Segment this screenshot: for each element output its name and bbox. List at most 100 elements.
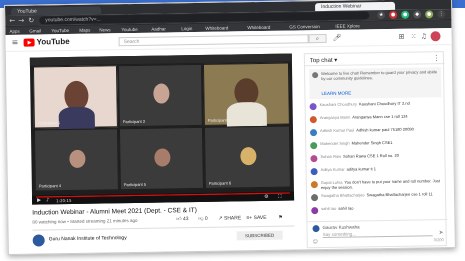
chat-message: Mahender Singh Mahender Singh CSE1 (310, 139, 442, 151)
chat-message-body: sahil rao (338, 205, 354, 211)
channel-avatar[interactable] (32, 234, 45, 247)
participant-face (240, 147, 257, 166)
chat-author-name: Aranganya Mann (319, 114, 351, 121)
more-options-icon[interactable]: ⚑ (278, 215, 283, 221)
chat-message: sahil rao sahil rao (311, 204, 443, 216)
chat-message-text: Aditya Kumar aditya kumar it 1 (321, 165, 443, 172)
participant-name: Participant 2 (122, 118, 146, 125)
extension-icon-2[interactable]: ● (401, 10, 410, 19)
chat-message-input[interactable]: Say something... (322, 230, 433, 239)
participant-face (69, 149, 86, 168)
participant-name: Participant 3 (207, 117, 231, 123)
share-button[interactable]: ↗ SHARE (218, 215, 241, 221)
subscribe-button[interactable]: SUBSCRIBED (236, 230, 283, 241)
chat-mode-dropdown[interactable]: Top chat ▾ (310, 57, 337, 64)
chat-message-text: Swagatha Bhattacharjee Swagatha Bhattacha… (321, 191, 443, 198)
back-icon[interactable]: ← (8, 17, 16, 25)
volume-icon[interactable]: ♪ (46, 197, 49, 203)
chat-title: Top chat (309, 57, 333, 65)
chat-message-text: Aranganya Mann Aranganya Mann cse 1 roll … (320, 113, 442, 120)
chat-message-text: Sohan Raw Sohan Rawa CSE 1 Roll no. 20 (320, 152, 442, 159)
progress-bar[interactable] (36, 192, 290, 198)
chat-author-name: Sohan Raw (320, 153, 342, 160)
fullscreen-icon[interactable]: ⛶ (278, 194, 282, 200)
participant-tile-2: Participant 2 (117, 63, 203, 128)
send-icon[interactable]: ➤ (439, 229, 444, 236)
chat-author-name: Swagatha Bhattacharjee (320, 192, 365, 199)
video-controls: ▶ ♪ 1:20:15 ⚙ ⛶ (31, 191, 295, 205)
save-icon: ≡+ (246, 215, 253, 222)
char-count: 0/200 (433, 237, 444, 243)
share-icon: ↗ (218, 215, 223, 222)
chat-message: Aditya Kumar aditya kumar it 1 (310, 165, 443, 177)
search-input[interactable]: Search (118, 34, 309, 47)
chat-author-name: Mahender Singh (320, 140, 350, 147)
screenshot-page: YouTube Induction Webinar ← → ↻ youtube.… (0, 0, 465, 261)
participant-name: Participant 4 (38, 183, 62, 189)
chat-message: Sohan Raw Sohan Rawa CSE 1 Roll no. 20 (310, 152, 442, 164)
chat-author-avatar (310, 142, 318, 150)
chat-message-body: Sohan Rawa CSE 1 Roll no. 20 (343, 152, 399, 159)
chat-message: Adhish Kumar Paul Adhish kumar paul 75180… (309, 126, 442, 138)
chat-message: Gopal Lohia You don't have to put your na… (310, 178, 443, 190)
save-label: SAVE (253, 214, 267, 222)
microphone-icon[interactable]: 🎤︎ (332, 34, 341, 43)
hamburger-menu-icon[interactable]: ≡ (12, 38, 20, 47)
chat-author-name: Aditya Kumar (320, 166, 345, 173)
chat-message: Kaushani Choudhury Kaushani Choudhury IT … (309, 100, 442, 112)
chat-header: Top chat ▾ ⋮ (304, 52, 445, 67)
settings-icon[interactable]: ⚙ (264, 194, 269, 200)
reload-icon[interactable]: ↻ (27, 17, 35, 25)
chat-more-icon[interactable]: ⋮ (433, 54, 440, 62)
chat-author-name: Adhish Kumar Paul (319, 127, 355, 134)
like-button[interactable]: 👍︎ 43 (176, 216, 188, 222)
puzzle-icon[interactable]: ◆ (413, 10, 422, 19)
chat-message-body: aditya kumar it 1 (346, 166, 377, 172)
progress-fill (36, 192, 290, 198)
participant-tile-1: Participant 1 (32, 65, 118, 130)
star-icon[interactable]: ★ (377, 11, 386, 20)
like-count: 43 (182, 216, 189, 223)
share-label: SHARE (223, 215, 242, 222)
chat-author-avatar (311, 207, 319, 215)
user-avatar[interactable] (430, 31, 441, 42)
save-button[interactable]: ≡+ SAVE (246, 215, 266, 221)
search-button[interactable]: ⌕ (308, 33, 327, 44)
profile-icon[interactable]: ● (425, 10, 434, 19)
thumbs-up-icon: 👍︎ (176, 216, 182, 223)
chat-message-text: Mahender Singh Mahender Singh CSE1 (320, 139, 442, 146)
chat-message-text: Kaushani Choudhury Kaushani Choudhury IT … (320, 100, 442, 107)
chat-message-body: Kaushani Choudhury IT 2.nd (358, 100, 410, 107)
welcome-text: Welcome to live chat! Remember to guard … (321, 69, 438, 82)
channel-name[interactable]: Guru Nanak Institute of Technology (49, 235, 127, 242)
menu-icon[interactable]: ⋮ (437, 10, 446, 19)
chat-message-text: Gopal Lohia You don't have to put your na… (321, 178, 443, 190)
notifications-icon[interactable]: ♫ (420, 32, 426, 41)
youtube-logo-icon[interactable] (23, 38, 35, 47)
create-video-icon[interactable]: ⊞ (398, 33, 404, 42)
video-title: Induction Webinar - Alumni Meet 2021 (De… (32, 206, 197, 217)
thumbs-down-icon: 👎︎ (198, 215, 204, 222)
learn-more-link[interactable]: LEARN MORE (321, 91, 351, 96)
video-player[interactable]: Participant 1 Participant 2 Participant … (29, 53, 295, 205)
chat-user-avatar (312, 225, 320, 233)
participant-face (154, 148, 171, 167)
divider (32, 225, 295, 231)
emoji-icon[interactable]: ☺ (313, 239, 318, 245)
chat-message-text: Adhish Kumar Paul Adhish kumar paul 75180… (320, 126, 442, 133)
forward-icon[interactable]: → (17, 17, 25, 25)
chat-message: Swagatha Bhattacharjee Swagatha Bhattacha… (311, 191, 443, 203)
info-icon (312, 72, 319, 79)
extension-icon[interactable]: ● (389, 10, 398, 19)
live-chat-panel: Top chat ▾ ⋮ Welcome to live chat! Remem… (303, 51, 448, 249)
dislike-button[interactable]: 👎︎ 0 (198, 216, 207, 222)
play-icon[interactable]: ▶ (37, 197, 41, 203)
youtube-logo-text[interactable]: YouTube (37, 37, 70, 48)
chat-message-body: Aranganya Mann cse 1 roll 124 (352, 113, 408, 120)
apps-grid-icon[interactable]: ⁙ (410, 33, 416, 42)
chat-message-body: Mahender Singh CSE1 (351, 139, 393, 146)
chat-welcome-banner: Welcome to live chat! Remember to guard … (309, 67, 442, 100)
participant-name: Participant 6 (208, 180, 232, 186)
participant-face (153, 83, 170, 104)
chat-message-body: Adhish kumar paul 75180 20090 (356, 126, 414, 133)
